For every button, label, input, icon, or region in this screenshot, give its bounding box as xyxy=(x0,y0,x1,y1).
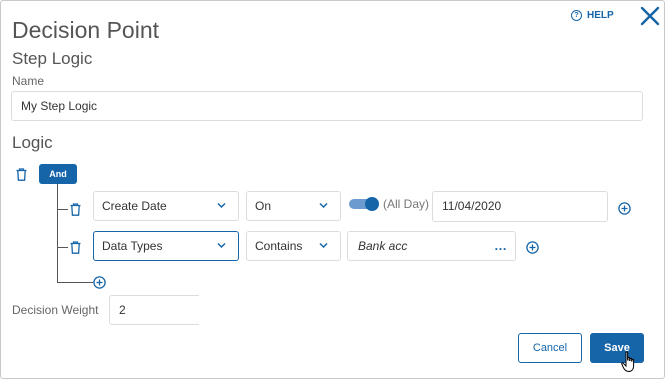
condition-field-select[interactable]: Create Date xyxy=(93,191,239,221)
help-circle-icon: ? xyxy=(571,10,582,21)
decision-weight-label: Decision Weight xyxy=(12,303,99,317)
tree-vertical-line xyxy=(57,184,58,282)
date-input[interactable]: 11/04/2020 xyxy=(432,191,608,222)
condition-field-value: Create Date xyxy=(102,199,167,213)
trash-icon[interactable] xyxy=(70,203,81,216)
condition-field-value: Data Types xyxy=(102,239,163,253)
condition-value-input[interactable]: Bank acc … xyxy=(347,231,516,261)
condition-operator-value: Contains xyxy=(255,239,303,253)
close-icon[interactable] xyxy=(639,5,661,27)
section-title: Step Logic xyxy=(12,49,93,68)
trash-icon[interactable] xyxy=(16,168,27,181)
plus-circle-icon[interactable] xyxy=(618,202,631,215)
all-day-toggle[interactable] xyxy=(349,197,379,211)
chevron-down-icon xyxy=(217,202,226,209)
toggle-knob xyxy=(365,197,379,211)
decision-point-dialog: Decision Point ? HELP Step Logic Name My… xyxy=(0,0,665,379)
condition-operator-select[interactable]: Contains xyxy=(246,231,341,261)
plus-circle-icon[interactable] xyxy=(93,276,106,289)
name-input[interactable]: My Step Logic xyxy=(11,91,643,121)
and-operator-button[interactable]: And xyxy=(39,164,77,184)
condition-operator-value: On xyxy=(255,199,272,213)
tree-branch-line xyxy=(57,209,68,210)
decision-weight-input[interactable]: 2 xyxy=(109,295,199,325)
logic-title: Logic xyxy=(12,133,53,152)
help-link[interactable]: ? HELP xyxy=(571,10,614,21)
all-day-label: (All Day) xyxy=(383,197,430,211)
condition-value-text: Bank acc xyxy=(358,239,408,253)
name-label: Name xyxy=(12,74,45,88)
trash-icon[interactable] xyxy=(70,241,81,254)
tree-branch-line xyxy=(57,247,68,248)
cancel-button[interactable]: Cancel xyxy=(518,333,582,363)
chevron-down-icon xyxy=(217,242,226,249)
condition-operator-select[interactable]: On xyxy=(246,191,341,221)
help-label: HELP xyxy=(587,10,614,21)
tree-branch-line xyxy=(57,282,93,283)
chevron-down-icon xyxy=(319,202,328,209)
plus-circle-icon[interactable] xyxy=(526,241,539,254)
condition-field-select[interactable]: Data Types xyxy=(93,231,239,261)
dialog-title: Decision Point xyxy=(12,17,160,43)
more-options-button[interactable]: … xyxy=(494,232,507,260)
chevron-down-icon xyxy=(319,242,328,249)
hand-pointer-icon xyxy=(621,351,635,373)
